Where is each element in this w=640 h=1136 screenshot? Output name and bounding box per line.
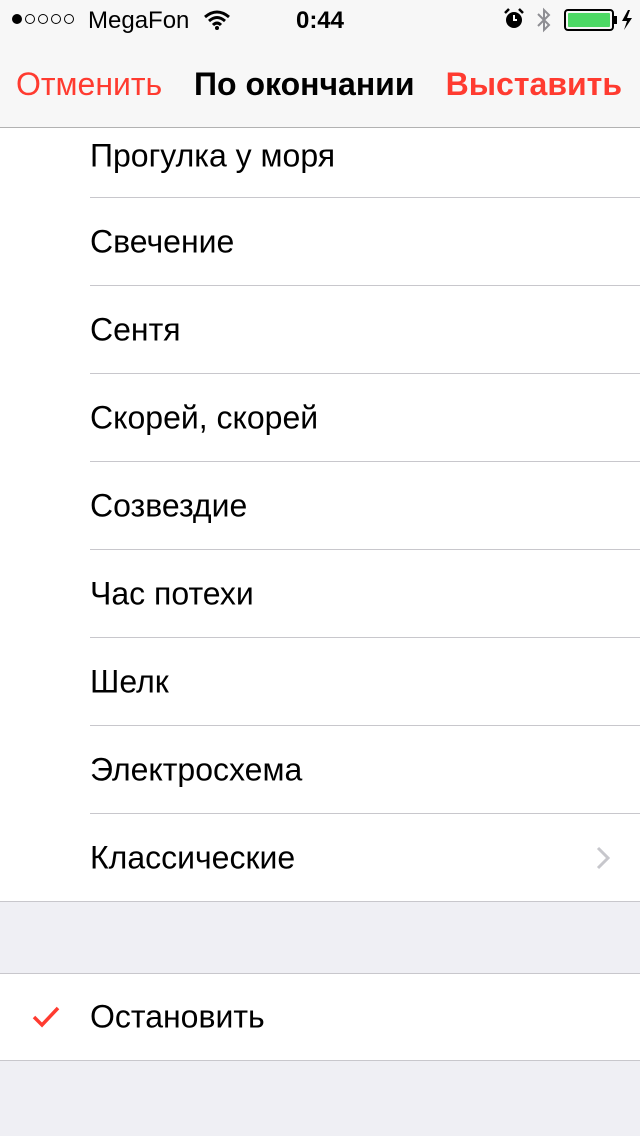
set-button[interactable]: Выставить [446, 66, 622, 102]
tone-label: Час потехи [90, 575, 254, 612]
stop-section: Остановить [0, 973, 640, 1061]
tone-label: Шелк [90, 663, 169, 700]
tone-label: Свечение [90, 223, 235, 260]
tone-label: Сентя [90, 311, 181, 348]
status-bar: MegaFon 0:44 [0, 0, 640, 40]
list-item-tone[interactable]: Электросхема [0, 726, 640, 814]
checkmark-icon [32, 1006, 60, 1028]
list-item-stop[interactable]: Остановить [0, 974, 640, 1060]
cancel-button[interactable]: Отменить [16, 66, 162, 102]
stop-label: Остановить [90, 998, 265, 1035]
list-item-tone[interactable]: Сентя [0, 286, 640, 374]
tone-label: Электросхема [90, 751, 303, 788]
list-item-tone[interactable]: Шелк [0, 638, 640, 726]
list-item-tone[interactable]: Созвездие [0, 462, 640, 550]
navigation-bar: Отменить По окончании Выставить [0, 40, 640, 128]
tone-label: Прогулка у моря [90, 137, 336, 174]
list-item-tone[interactable]: Час потехи [0, 550, 640, 638]
page-title: По окончании [194, 66, 415, 102]
chevron-right-icon [596, 846, 610, 870]
list-item-tone[interactable]: Прогулка у моря [0, 128, 640, 198]
list-item-classic-tones[interactable]: Классические [0, 814, 640, 902]
timer-when-ends-screen: MegaFon 0:44 Отменить По окончании Выста… [0, 0, 640, 1136]
tone-label: Созвездие [90, 487, 248, 524]
list-item-tone[interactable]: Свечение [0, 198, 640, 286]
tone-label: Классические [90, 839, 296, 876]
battery-charging-icon [564, 9, 632, 31]
alarm-icon [504, 8, 524, 28]
ringtone-list: Прогулка у моря Свечение Сентя Скорей, с… [0, 128, 640, 902]
bluetooth-icon [537, 7, 551, 33]
tone-label: Скорей, скорей [90, 399, 319, 436]
list-item-tone[interactable]: Скорей, скорей [0, 374, 640, 462]
